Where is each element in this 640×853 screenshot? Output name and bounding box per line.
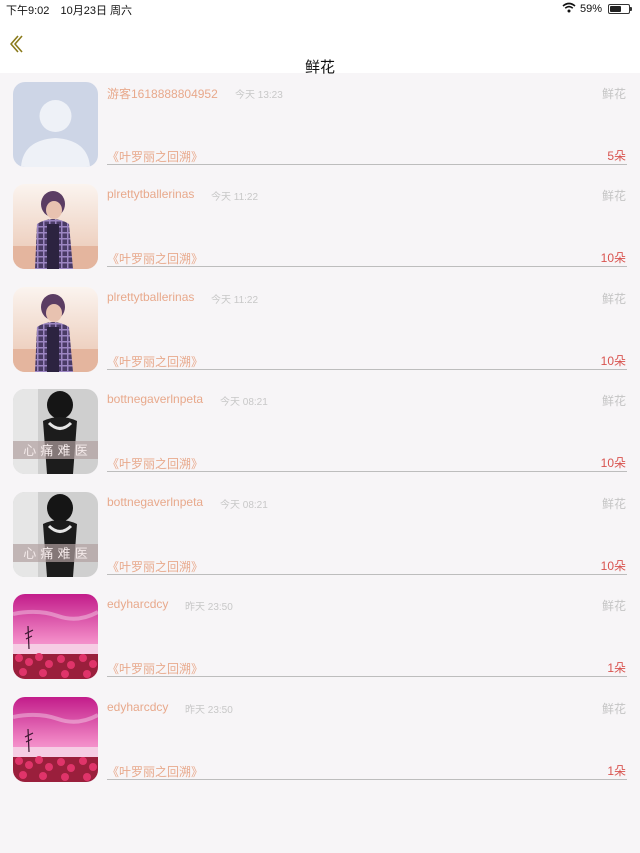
gift-record-list-content: 游客1618888804952今天 13:23鲜花《叶罗丽之回溯》5朵游客161… [0,73,640,790]
avatar[interactable] [13,184,98,269]
gift-record-row[interactable]: edyharcdcy 昨天 23:50 鲜花《叶罗丽之回溯》 1朵 [0,688,640,791]
gift-type: 鲜花 [601,599,626,613]
book-title-link[interactable]: 《叶罗丽之回溯》 [107,353,203,370]
battery-level [610,6,621,12]
user-name: plrettytballerinas [107,289,195,304]
user-name: edyharcdcy [107,597,169,611]
gift-count: 1朵 [607,763,626,778]
gift-type: 鲜花 [601,394,626,408]
timestamp: 今天 13:23 [235,89,283,101]
gift-type: 鲜花 [601,701,626,716]
avatar[interactable] [13,286,98,372]
avatar[interactable]: 心 痛 难 医 [13,491,98,577]
gift-type: 鲜花 [601,189,626,203]
row-divider [107,266,627,267]
status-bar: 下午9:02 10月23日 周六 59% [0,0,640,17]
gift-record-row[interactable]: plrettytballerinas 今天 11:22 鲜花《叶罗丽之回溯》 10朵 [0,175,640,278]
user-name: bottnegaverlnpeta [107,494,204,509]
chevron-left-icon [10,35,23,53]
avatar-caption: 心 痛 难 医 [23,443,87,459]
gift-count: 10朵 [600,251,626,265]
status-right: 59% [562,2,632,16]
gift-record-row[interactable]: 心 痛 难 医 bottnegaverlnpeta 今天 08:21 鲜花《叶罗丽之回… [0,483,640,586]
avatar[interactable] [13,696,98,782]
gift-count: 10朵 [600,558,626,573]
timestamp: 今天 08:21 [220,499,268,511]
battery-icon [608,4,632,14]
timestamp: 昨天 23:50 [185,602,233,613]
nav-bar: 鲜花 [0,17,640,76]
avatar[interactable]: 心 痛 难 医 [13,389,98,474]
avatar[interactable] [13,81,98,167]
row-divider [107,368,627,370]
book-title-link[interactable]: 《叶罗丽之回溯》 [107,250,203,267]
gift-record-row[interactable]: edyharcdcy 昨天 23:50 鲜花《叶罗丽之回溯》 1朵 [0,585,640,688]
timestamp: 昨天 23:50 [185,704,233,716]
gift-count: 10朵 [600,353,626,368]
status-date: 10月23日 周六 [60,5,133,17]
user-name: 游客1618888804952 [107,86,218,101]
row-divider [107,163,627,165]
user-name: edyharcdcy [107,699,169,714]
row-divider [107,676,627,677]
gift-record-list[interactable]: 游客1618888804952今天 13:23鲜花《叶罗丽之回溯》5朵游客161… [0,73,640,853]
avatar-caption: 心 痛 难 医 [23,546,87,562]
back-button[interactable] [6,33,28,55]
user-name: bottnegaverlnpeta [107,392,204,406]
gift-count: 5朵 [607,148,626,163]
book-title-link[interactable]: 《叶罗丽之回溯》 [107,148,203,165]
row-divider [107,573,627,575]
book-title-link[interactable]: 《叶罗丽之回溯》 [107,660,203,677]
avatar[interactable] [13,594,98,679]
row-divider [107,778,627,780]
gift-count: 10朵 [600,456,626,470]
timestamp: 今天 08:21 [220,397,268,408]
battery-percent: 59% [579,3,602,15]
book-title-link[interactable]: 《叶罗丽之回溯》 [107,558,203,575]
timestamp: 今天 11:22 [211,192,259,203]
status-left: 下午9:02 10月23日 周六 [6,2,140,18]
gift-record-row[interactable]: 心 痛 难 医 bottnegaverlnpeta 今天 08:21 鲜花《叶罗丽之回… [0,380,640,483]
gift-record-row[interactable]: 游客1618888804952 今天 13:23 鲜花《叶罗丽之回溯》 5朵 [0,73,640,175]
gift-type: 鲜花 [601,496,626,511]
page-title: 鲜花 [304,59,335,76]
row-divider [107,471,627,472]
book-title-link[interactable]: 《叶罗丽之回溯》 [107,455,203,472]
gift-record-row[interactable]: plrettytballerinas 今天 11:22 鲜花《叶罗丽之回溯》 10朵 [0,278,640,381]
gift-type: 鲜花 [601,291,626,306]
gift-count: 1朵 [607,661,626,675]
status-time: 下午9:02 [6,5,50,17]
book-title-link[interactable]: 《叶罗丽之回溯》 [107,763,203,780]
timestamp: 今天 11:22 [211,294,259,306]
user-name: plrettytballerinas [107,187,195,201]
gift-type: 鲜花 [601,86,626,101]
wifi-icon [562,2,576,16]
